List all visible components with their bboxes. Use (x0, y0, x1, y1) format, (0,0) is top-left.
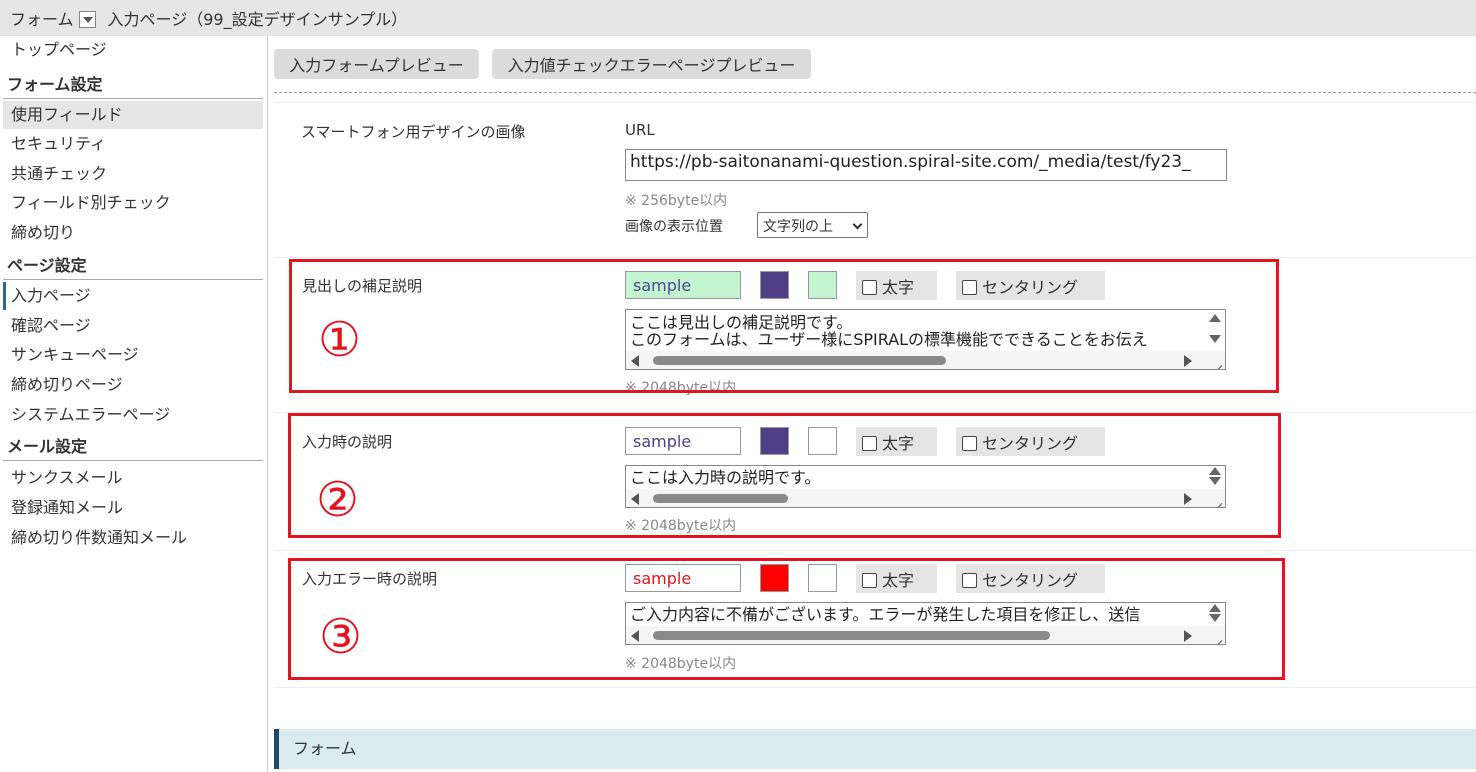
sidebar-item-thanks-page[interactable]: サンキューページ (3, 341, 263, 369)
divider (274, 92, 1476, 93)
chevron-down-icon[interactable] (78, 10, 96, 28)
url-label: URL (625, 121, 655, 139)
form-breadcrumb[interactable]: フォーム (10, 6, 74, 30)
annotation-box-2 (288, 413, 1281, 538)
url-input[interactable]: https://pb-saitonanami-question.spiral-s… (625, 149, 1227, 181)
annotation-number-2: ② (316, 472, 360, 528)
sidebar-heading-form: フォーム設定 (3, 71, 263, 99)
sidebar-item-confirm-page[interactable]: 確認ページ (3, 312, 263, 340)
sidebar-heading-page: ページ設定 (3, 252, 263, 280)
sidebar-item-top[interactable]: トップページ (3, 36, 263, 64)
sidebar-item-notify-mail[interactable]: 登録通知メール (3, 494, 263, 522)
page-title: 入力ページ（99_設定デザインサンプル） (107, 10, 408, 29)
url-byte-note: ※ 256byte以内 (625, 193, 728, 209)
chevron-down-icon (852, 219, 863, 230)
image-position-value: 文字列の上 (763, 219, 833, 235)
sidebar-item-deadline[interactable]: 締め切り (3, 219, 263, 247)
sidebar-item-deadline-page[interactable]: 締め切りページ (3, 371, 263, 399)
sidebar-item-error-page[interactable]: システムエラーページ (3, 401, 263, 429)
sp-image-label: スマートフォン用デザインの画像 (301, 123, 526, 141)
divider (274, 257, 1476, 258)
section-heading-form: フォーム (274, 729, 1476, 769)
image-position-label: 画像の表示位置 (625, 219, 723, 235)
annotation-number-3: ③ (319, 609, 363, 665)
top-bar: フォーム 入力ページ（99_設定デザインサンプル） (0, 0, 1476, 36)
divider (274, 550, 1476, 551)
sidebar-item-thanks-mail[interactable]: サンクスメール (3, 464, 263, 492)
divider (274, 687, 1476, 688)
sidebar-heading-mail: メール設定 (3, 433, 263, 461)
sidebar-item-fields[interactable]: 使用フィールド (3, 101, 263, 129)
sidebar-item-input-page[interactable]: 入力ページ (3, 282, 263, 310)
sidebar-item-common-check[interactable]: 共通チェック (3, 160, 263, 188)
divider (274, 102, 1476, 103)
sidebar-item-field-check[interactable]: フィールド別チェック (3, 189, 263, 217)
sidebar: トップページ フォーム設定 使用フィールド セキュリティ 共通チェック フィール… (0, 36, 268, 772)
annotation-number-1: ① (318, 312, 362, 368)
preview-form-button[interactable]: 入力フォームプレビュー (274, 49, 479, 79)
preview-error-button[interactable]: 入力値チェックエラーページプレビュー (492, 49, 811, 79)
sidebar-item-deadline-count-mail[interactable]: 締め切り件数通知メール (3, 524, 263, 552)
annotation-box-1 (289, 259, 1279, 393)
annotation-box-3 (288, 558, 1285, 680)
sidebar-item-security[interactable]: セキュリティ (3, 130, 263, 158)
image-position-select[interactable]: 文字列の上 (757, 212, 868, 238)
